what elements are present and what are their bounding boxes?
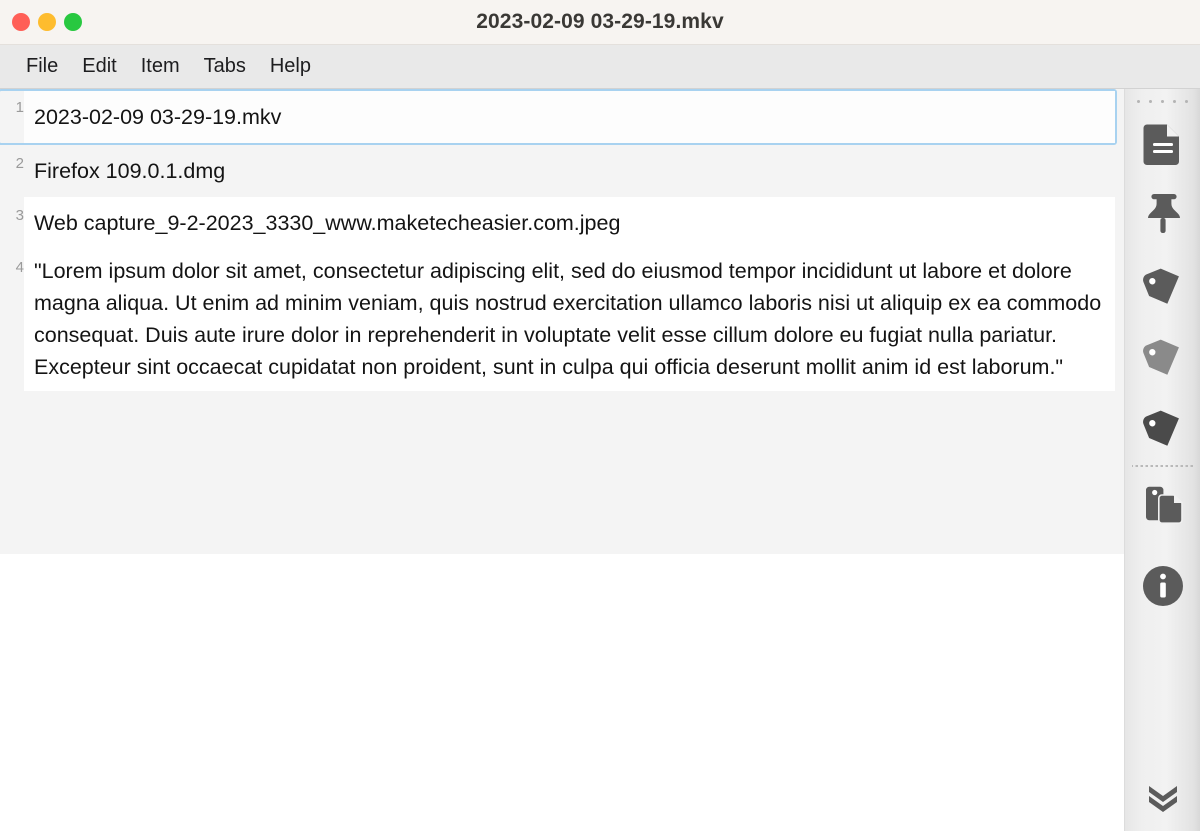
menu-item[interactable]: Item bbox=[129, 52, 192, 81]
info-icon[interactable] bbox=[1132, 555, 1194, 617]
clipboard-row-4[interactable]: 4 "Lorem ipsum dolor sit amet, consectet… bbox=[0, 249, 1115, 391]
traffic-lights bbox=[0, 13, 82, 31]
row-text: "Lorem ipsum dolor sit amet, consectetur… bbox=[24, 249, 1115, 391]
app-window: 2023-02-09 03-29-19.mkv File Edit Item T… bbox=[0, 0, 1200, 831]
menu-edit[interactable]: Edit bbox=[70, 52, 128, 81]
clipboard-row-3[interactable]: 3 Web capture_9-2-2023_3330_www.maketech… bbox=[0, 197, 1115, 249]
menu-help[interactable]: Help bbox=[258, 52, 323, 81]
maximize-button[interactable] bbox=[64, 13, 82, 31]
body-area: 1 2023-02-09 03-29-19.mkv 2 Firefox 109.… bbox=[0, 89, 1200, 831]
row-number: 3 bbox=[15, 207, 24, 224]
document-icon[interactable] bbox=[1132, 112, 1194, 174]
clipboard-list: 1 2023-02-09 03-29-19.mkv 2 Firefox 109.… bbox=[0, 89, 1124, 831]
row-text: 2023-02-09 03-29-19.mkv bbox=[24, 91, 1115, 143]
tag-darker-icon[interactable] bbox=[1132, 396, 1194, 458]
sidebar bbox=[1124, 89, 1200, 831]
titlebar: 2023-02-09 03-29-19.mkv bbox=[0, 0, 1200, 45]
row-text: Firefox 109.0.1.dmg bbox=[24, 145, 1115, 197]
clipboard-row-2[interactable]: 2 Firefox 109.0.1.dmg bbox=[0, 145, 1115, 197]
tag-light-icon[interactable] bbox=[1132, 325, 1194, 387]
menu-tabs[interactable]: Tabs bbox=[192, 52, 258, 81]
tag-dark-icon[interactable] bbox=[1132, 254, 1194, 316]
window-title: 2023-02-09 03-29-19.mkv bbox=[476, 10, 724, 33]
chevron-double-down-icon[interactable] bbox=[1132, 774, 1194, 822]
clipboard-row-1[interactable]: 1 2023-02-09 03-29-19.mkv bbox=[0, 89, 1117, 145]
sidebar-divider bbox=[1131, 465, 1194, 467]
minimize-button[interactable] bbox=[38, 13, 56, 31]
drag-handle-icon[interactable] bbox=[1137, 100, 1188, 103]
menubar: File Edit Item Tabs Help bbox=[0, 45, 1200, 89]
tag-document-icon[interactable] bbox=[1132, 473, 1194, 535]
pushpin-icon[interactable] bbox=[1132, 183, 1194, 245]
row-text: Web capture_9-2-2023_3330_www.maketechea… bbox=[24, 197, 1115, 249]
close-button[interactable] bbox=[12, 13, 30, 31]
row-number: 4 bbox=[15, 259, 24, 276]
menu-file[interactable]: File bbox=[14, 52, 70, 81]
clipboard-entries: 1 2023-02-09 03-29-19.mkv 2 Firefox 109.… bbox=[0, 89, 1124, 391]
row-number: 2 bbox=[15, 155, 24, 172]
row-number: 1 bbox=[15, 99, 24, 116]
